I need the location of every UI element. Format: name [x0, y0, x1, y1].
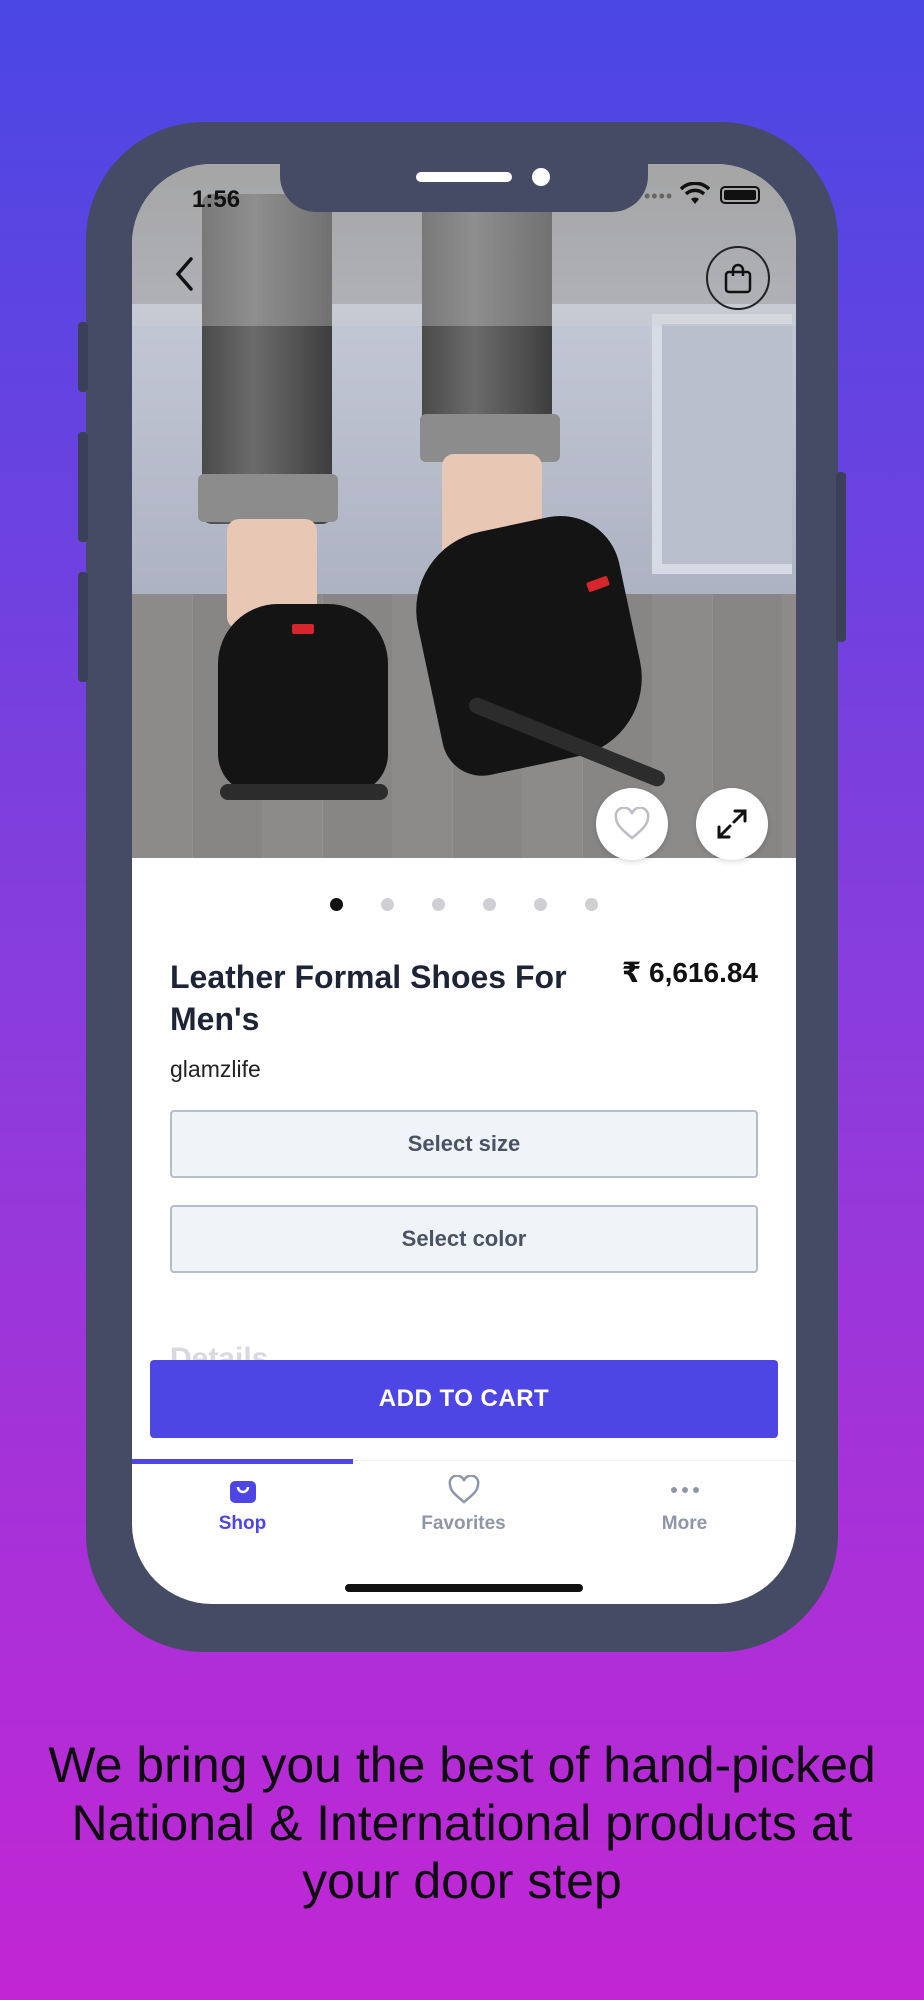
expand-arrows-icon: [717, 809, 747, 839]
home-indicator[interactable]: [345, 1584, 583, 1592]
bottom-tab-bar: Shop Favorites More: [132, 1459, 796, 1560]
phone-notch: [280, 164, 648, 212]
tab-more[interactable]: More: [574, 1475, 795, 1535]
phone-mockup: 1:56 •••• Leather Formal Shoes For Men's…: [78, 122, 846, 1652]
back-button[interactable]: [162, 252, 206, 296]
pagination-dot[interactable]: [381, 898, 394, 911]
pagination-dot[interactable]: [432, 898, 445, 911]
fullscreen-image-button[interactable]: [696, 788, 768, 860]
pagination-dot[interactable]: [534, 898, 547, 911]
pagination-dot[interactable]: [483, 898, 496, 911]
wifi-icon: [680, 182, 710, 204]
status-bar: 1:56 ••••: [132, 164, 796, 214]
shopping-bag-icon: [229, 1481, 256, 1503]
select-size-dropdown[interactable]: Select size: [170, 1110, 758, 1178]
select-color-dropdown[interactable]: Select color: [170, 1205, 758, 1273]
heart-icon: [448, 1475, 479, 1504]
power-button: [836, 472, 846, 642]
tab-label: Favorites: [421, 1513, 506, 1534]
battery-icon: [720, 186, 760, 204]
add-to-favorites-button[interactable]: [596, 788, 668, 860]
product-price: ₹ 6,616.84: [621, 957, 758, 988]
mute-switch: [78, 322, 88, 392]
promo-tagline: We bring you the best of hand-picked Nat…: [48, 1737, 876, 1909]
active-tab-indicator: [132, 1459, 353, 1464]
tab-label: Shop: [218, 1513, 267, 1534]
volume-down-button: [78, 572, 88, 682]
cart-button[interactable]: [706, 246, 770, 310]
pagination-dot[interactable]: [330, 898, 343, 911]
shopping-bag-icon: [724, 263, 752, 294]
volume-up-button: [78, 432, 88, 542]
status-time: 1:56: [192, 186, 241, 213]
pagination-dot[interactable]: [585, 898, 598, 911]
chevron-left-icon: [175, 257, 193, 291]
image-pagination-dots: [132, 898, 796, 911]
tab-favorites[interactable]: Favorites: [353, 1475, 574, 1535]
heart-outline-icon: [614, 807, 650, 840]
tab-shop[interactable]: Shop: [132, 1475, 353, 1535]
cellular-signal-icon: ••••: [644, 186, 674, 206]
add-to-cart-button[interactable]: ADD TO CART: [150, 1360, 778, 1438]
product-title: Leather Formal Shoes For Men's: [170, 959, 567, 1037]
more-dots-icon: [670, 1487, 699, 1493]
product-brand[interactable]: glamzlife: [170, 1056, 261, 1083]
tab-label: More: [661, 1513, 708, 1534]
phone-screen: 1:56 •••• Leather Formal Shoes For Men's…: [132, 164, 796, 1604]
